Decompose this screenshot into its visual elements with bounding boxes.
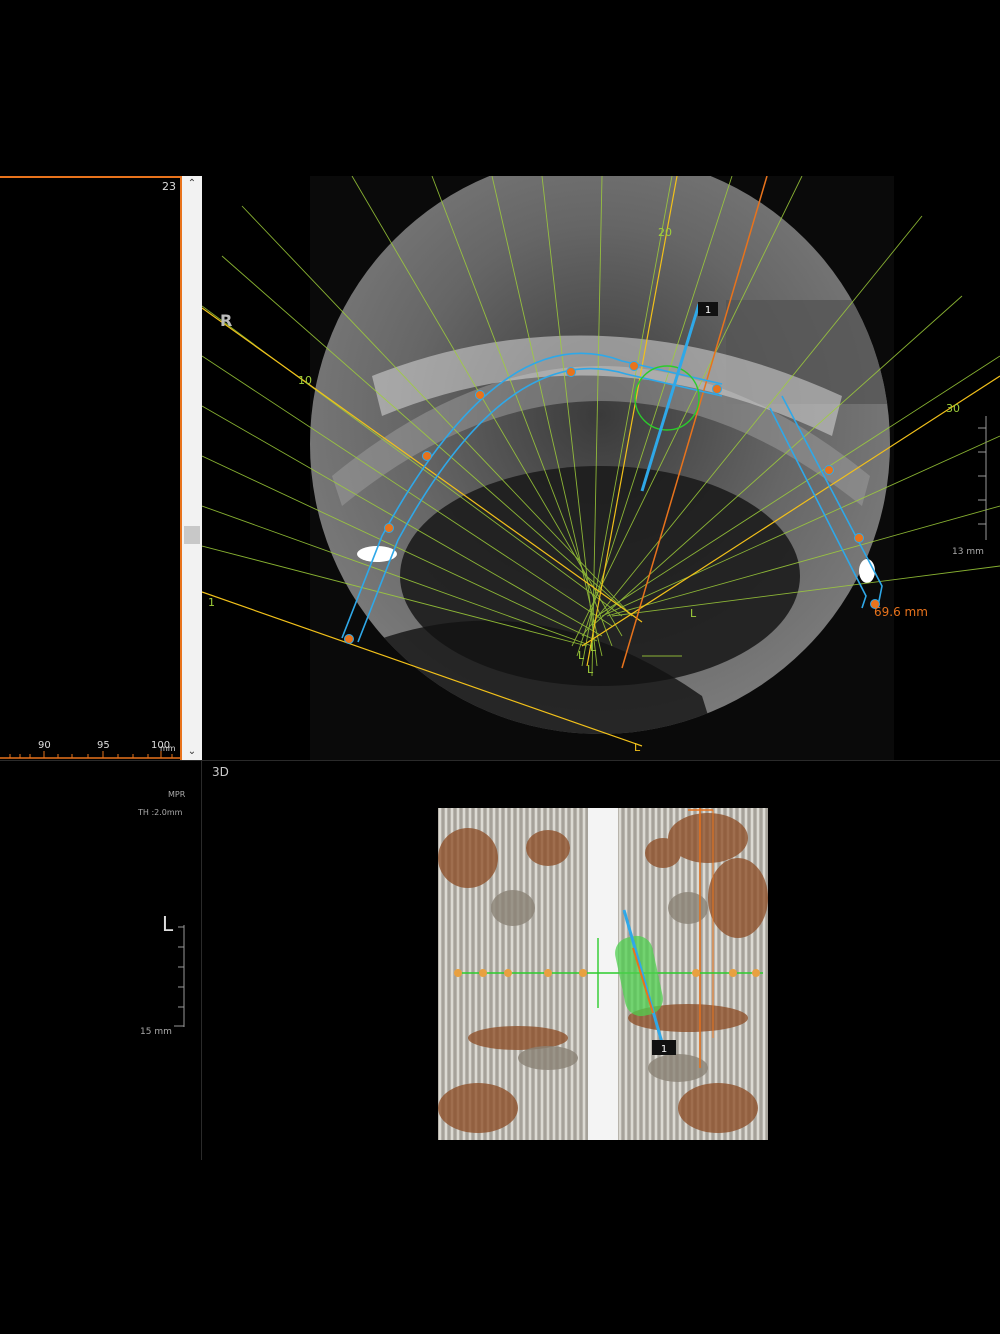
ruler-unit: mm xyxy=(160,744,176,753)
scroll-up-button[interactable]: ⌃ xyxy=(182,176,202,192)
slice-scrollbar[interactable]: ⌃ ⌄ xyxy=(182,176,202,760)
axial-scan-graphic: 1 R 1 10 20 30 L L L L L 13 mm 69.6 mm xyxy=(202,176,1000,760)
axial-scale-ruler xyxy=(978,416,987,540)
render-3d-graphic: 1 xyxy=(438,808,768,1140)
curve-number-30: 30 xyxy=(946,402,960,415)
lingual-marker: L xyxy=(578,649,585,662)
implant-id-3d: 1 xyxy=(661,1044,667,1055)
restoration-right xyxy=(859,559,875,583)
lingual-marker: L xyxy=(587,663,594,676)
slice-number: 23 xyxy=(162,180,176,193)
lingual-marker: L xyxy=(590,641,597,654)
curve-number-10: 10 xyxy=(298,374,312,387)
scroll-thumb[interactable] xyxy=(184,526,200,544)
curve-number-20: 20 xyxy=(658,226,672,239)
curve-number-1: 1 xyxy=(208,596,215,609)
panel-divider xyxy=(0,760,1000,761)
panel-divider xyxy=(201,760,202,1160)
measurement-label: 69.6 mm xyxy=(874,605,928,619)
ruler-tick-90: 90 xyxy=(38,740,51,751)
axial-scale-label: 13 mm xyxy=(952,547,984,557)
cross-section-scale-label: 15 mm xyxy=(140,1027,172,1037)
panoramic-panel[interactable]: 23 90 95 100 mm xyxy=(0,176,182,760)
mode-label: MPR xyxy=(168,790,186,799)
lingual-marker: L xyxy=(634,741,641,754)
orientation-label-r: R xyxy=(220,311,232,330)
implant-id-axial: 1 xyxy=(705,305,711,316)
ruler-tick-95: 95 xyxy=(97,740,110,751)
view-3d-label: 3D xyxy=(212,765,229,779)
axial-view[interactable]: 1 R 1 10 20 30 L L L L L 13 mm 69.6 mm xyxy=(202,176,1000,760)
cross-section-ruler xyxy=(174,925,185,1027)
scroll-down-button[interactable]: ⌄ xyxy=(182,744,202,760)
lingual-marker: L xyxy=(690,607,697,620)
view-3d-render[interactable]: 1 xyxy=(438,808,768,1140)
thickness-label: TH :2.0mm xyxy=(138,808,183,817)
